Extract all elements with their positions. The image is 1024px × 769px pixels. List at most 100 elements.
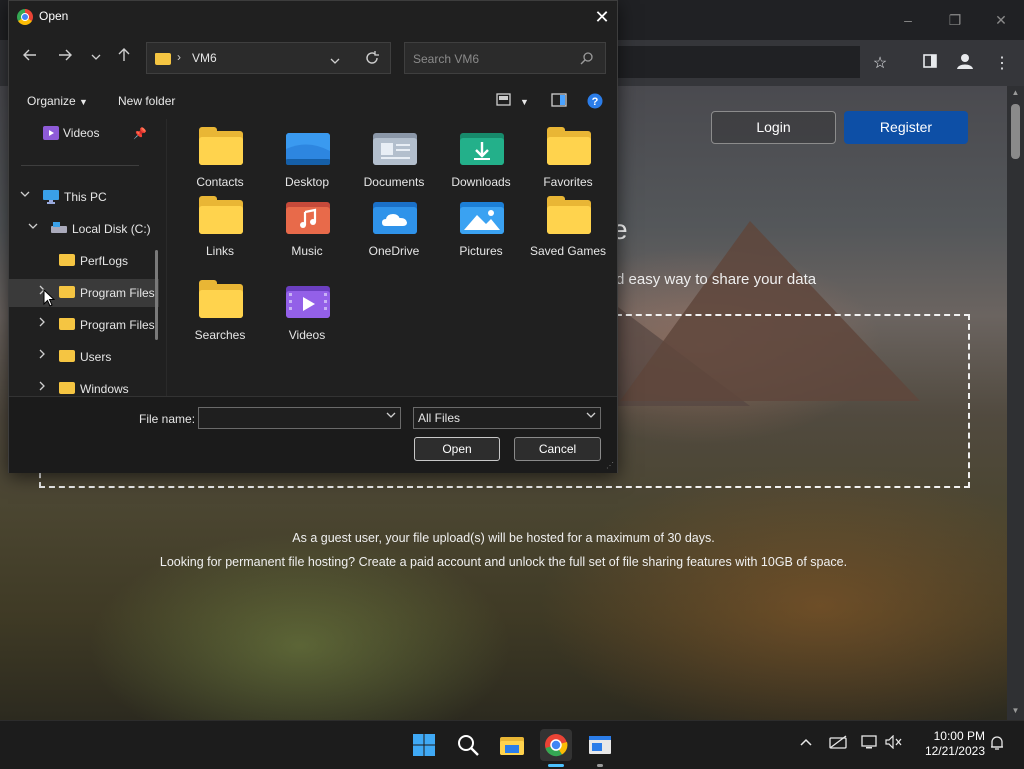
pane-divider[interactable]: [166, 119, 167, 396]
minimize-icon[interactable]: –: [893, 10, 923, 30]
folder-icon: [155, 52, 171, 70]
login-button[interactable]: Login: [711, 111, 836, 144]
file-tile-saved-games[interactable]: Saved Games: [525, 192, 611, 272]
file-tile-documents[interactable]: Documents: [351, 123, 437, 203]
navigation-pane[interactable]: Videos 📌 This PC Local Disk (C:) PerfLog…: [9, 119, 166, 396]
start-button[interactable]: [408, 729, 440, 761]
search-icon: [580, 52, 593, 68]
file-tile-contacts[interactable]: Contacts: [177, 123, 263, 203]
file-tile-links[interactable]: Links: [177, 192, 263, 272]
collapse-chevron-icon[interactable]: [36, 381, 48, 394]
scroll-down-icon[interactable]: ▼: [1010, 706, 1021, 715]
nav-item-program-files[interactable]: Program Files: [9, 279, 159, 307]
dialog-title: Open: [39, 9, 69, 23]
scroll-up-icon[interactable]: ▲: [1010, 88, 1021, 97]
nav-pane-scrollbar[interactable]: [155, 250, 158, 340]
address-breadcrumb[interactable]: › VM6: [146, 42, 391, 74]
help-icon[interactable]: ?: [587, 93, 603, 112]
page-scrollbar[interactable]: ▲ ▼: [1007, 86, 1024, 720]
chrome-icon: [17, 9, 33, 25]
file-tile-downloads[interactable]: Downloads: [438, 123, 524, 203]
open-app-indicator: [597, 764, 603, 767]
file-type-chevron-icon[interactable]: [586, 408, 596, 428]
expand-chevron-icon[interactable]: [27, 221, 39, 234]
volume-muted-icon[interactable]: [884, 734, 904, 752]
open-button[interactable]: Open: [414, 437, 500, 461]
address-bar[interactable]: [600, 46, 860, 78]
resize-grip-icon[interactable]: ⋰: [606, 461, 614, 470]
file-tile-searches[interactable]: Searches: [177, 276, 263, 356]
refresh-icon[interactable]: [365, 51, 379, 70]
back-icon[interactable]: [19, 47, 41, 69]
preview-pane-icon[interactable]: [551, 93, 567, 110]
restore-icon[interactable]: ❐: [940, 10, 970, 30]
folder-icon: [199, 127, 243, 165]
file-tile-pictures[interactable]: Pictures: [438, 192, 524, 272]
cancel-button[interactable]: Cancel: [514, 437, 601, 461]
recent-locations-chevron-icon[interactable]: [85, 47, 107, 69]
search-box[interactable]: Search VM6: [404, 42, 606, 74]
search-input[interactable]: Search VM6: [413, 52, 479, 66]
folder-icon: [199, 280, 243, 318]
folder-icon: [59, 350, 75, 365]
nav-item-program-files-x86[interactable]: Program Files: [9, 311, 159, 339]
file-tile-favorites[interactable]: Favorites: [525, 123, 611, 203]
nav-item-videos[interactable]: Videos 📌: [9, 119, 159, 147]
show-hidden-icons-chevron-icon[interactable]: [796, 735, 816, 751]
mouse-cursor-icon: [43, 289, 55, 307]
chrome-taskbar-icon[interactable]: [540, 729, 572, 767]
file-type-select[interactable]: All Files: [413, 407, 601, 429]
file-tile-videos[interactable]: Videos: [264, 276, 350, 356]
display-icon[interactable]: [860, 735, 880, 752]
profile-icon[interactable]: [953, 52, 977, 76]
file-tile-desktop[interactable]: Desktop: [264, 123, 350, 203]
onedrive-folder-icon: [373, 200, 417, 234]
address-history-chevron-icon[interactable]: [330, 53, 340, 71]
videos-icon: [43, 126, 59, 143]
sidebar-icon[interactable]: [918, 52, 942, 76]
file-tile-onedrive[interactable]: OneDrive: [351, 192, 437, 272]
dialog-footer: File name: All Files Open Cancel ⋰: [9, 396, 617, 473]
documents-folder-icon: [373, 131, 417, 165]
app-window-icon[interactable]: [584, 729, 616, 767]
view-menu-chevron-icon[interactable]: ▼: [520, 97, 529, 107]
dialog-title-bar[interactable]: Open ✕: [9, 1, 617, 33]
system-clock[interactable]: 10:00 PM 12/21/2023: [905, 729, 985, 759]
collapse-chevron-icon[interactable]: [36, 317, 48, 330]
close-icon[interactable]: ✕: [589, 5, 615, 29]
nav-item-local-disk[interactable]: Local Disk (C:): [9, 215, 159, 243]
new-folder-button[interactable]: New folder: [118, 94, 175, 108]
menu-icon[interactable]: ⋮: [990, 52, 1014, 76]
nav-item-windows[interactable]: Windows: [9, 375, 159, 396]
forward-icon[interactable]: [54, 47, 76, 69]
register-button[interactable]: Register: [844, 111, 968, 144]
taskbar: 10:00 PM 12/21/2023: [0, 720, 1024, 769]
file-name-chevron-icon[interactable]: [386, 408, 396, 428]
view-options-icon[interactable]: [496, 93, 512, 110]
search-taskbar-icon[interactable]: [452, 729, 484, 761]
file-explorer-icon[interactable]: [496, 729, 528, 761]
file-name-combobox[interactable]: [198, 407, 401, 429]
file-name-label: File name:: [139, 412, 196, 426]
network-icon[interactable]: [828, 735, 848, 752]
file-list[interactable]: Contacts Desktop Documents Downloads Fav…: [173, 123, 613, 393]
star-icon[interactable]: ☆: [868, 52, 892, 76]
scroll-thumb[interactable]: [1011, 104, 1020, 159]
videos-folder-icon: [286, 284, 330, 318]
breadcrumb-vm6[interactable]: VM6: [192, 51, 217, 65]
nav-item-this-pc[interactable]: This PC: [9, 183, 159, 211]
up-icon[interactable]: [113, 47, 135, 69]
organize-button[interactable]: Organize ▼: [27, 94, 88, 108]
notification-bell-icon[interactable]: [987, 735, 1007, 754]
collapse-chevron-icon[interactable]: [36, 349, 48, 362]
nav-item-perflogs[interactable]: PerfLogs: [9, 247, 159, 275]
pin-icon[interactable]: 📌: [133, 127, 147, 140]
command-bar: Organize ▼ New folder ▼ ?: [9, 89, 617, 115]
expand-chevron-icon[interactable]: [19, 189, 31, 202]
computer-icon: [43, 190, 59, 207]
nav-item-users[interactable]: Users: [9, 343, 159, 371]
file-tile-music[interactable]: Music: [264, 192, 350, 272]
file-type-value: All Files: [418, 411, 461, 425]
close-window-icon[interactable]: ✕: [986, 10, 1016, 30]
folder-icon: [59, 382, 75, 396]
